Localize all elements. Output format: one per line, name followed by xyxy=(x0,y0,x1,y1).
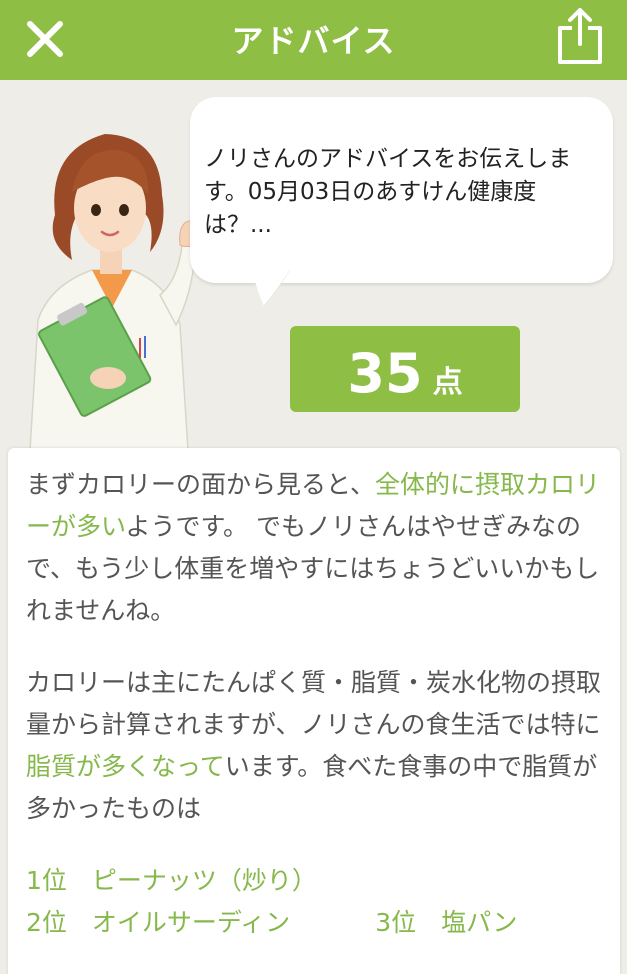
food-name: ピーナッツ（炒り） xyxy=(91,866,317,895)
score-value: 35 xyxy=(347,342,423,405)
advice-paragraph-2: カロリーは主にたんぱく質・脂質・炭水化物の摂取量から計算されますが、ノリさんの食… xyxy=(26,662,606,830)
ranking-item: 2位 オイルサーディン xyxy=(26,902,290,944)
share-icon[interactable] xyxy=(554,6,606,66)
ranking-item: 3位 塩パン xyxy=(375,902,517,944)
bubble-text: ノリさんのアドバイスをお伝えします。05月03日のあすけん健康度は？... xyxy=(204,146,572,238)
score-badge: 35 点 xyxy=(290,326,520,412)
navigation-bar: アドバイス xyxy=(0,0,627,80)
advice-panel: まずカロリーの面から見ると、全体的に摂取カロリーが多いようです。 でもノリさんは… xyxy=(8,448,620,974)
advice-text: まずカロリーの面から見ると、 xyxy=(26,470,376,499)
fat-ranking-list: 1位 ピーナッツ（炒り）2位 オイルサーディン 3位 塩パン xyxy=(26,860,606,944)
highlight-text: 脂質が多くなって xyxy=(26,752,225,781)
advice-paragraph-1: まずカロリーの面から見ると、全体的に摂取カロリーが多いようです。 でもノリさんは… xyxy=(26,464,606,632)
score-unit: 点 xyxy=(432,365,463,400)
rank-label: 1位 xyxy=(26,866,67,895)
food-name: オイルサーディン xyxy=(91,908,291,937)
page-title: アドバイス xyxy=(231,22,396,60)
advisor-avatar xyxy=(29,134,203,450)
rank-label: 3位 xyxy=(375,908,417,937)
food-name: 塩パン xyxy=(441,908,518,937)
rank-label: 2位 xyxy=(26,908,67,937)
speech-bubble: ノリさんのアドバイスをお伝えします。05月03日のあすけん健康度は？... xyxy=(190,97,613,283)
bubble-tail xyxy=(252,270,291,307)
ranking-item: 1位 ピーナッツ（炒り） xyxy=(26,860,317,902)
advice-text: カロリーは主にたんぱく質・脂質・炭水化物の摂取量から計算されますが、ノリさんの食… xyxy=(26,668,602,739)
